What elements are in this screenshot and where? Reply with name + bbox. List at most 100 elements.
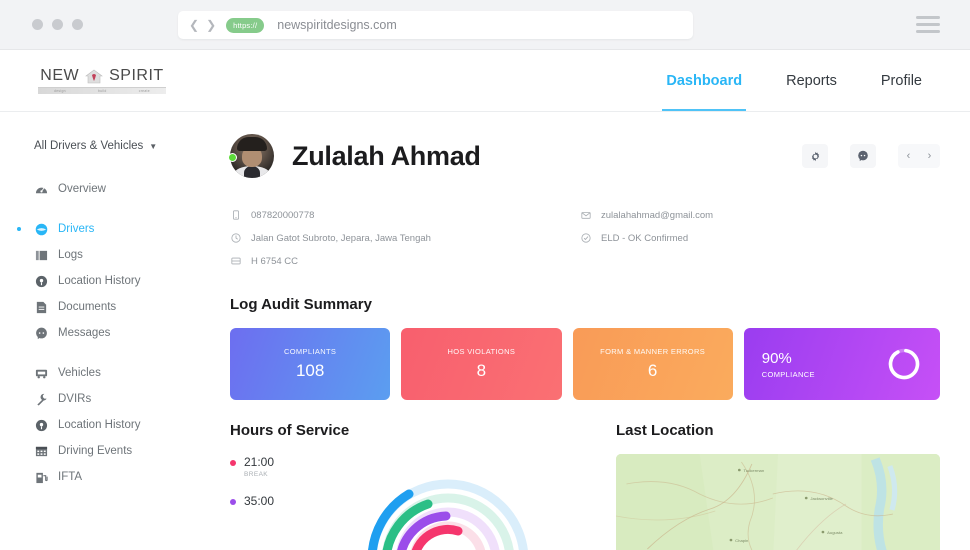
hos-radial-chart xyxy=(368,479,528,550)
next-record-button[interactable]: › xyxy=(919,144,940,168)
contact-email: zulalahahmad@gmail.com xyxy=(580,204,940,226)
contact-address-value: Jalan Gatot Subroto, Jepara, Jawa Tengah xyxy=(251,232,431,244)
card-form-manner-value: 6 xyxy=(647,361,658,380)
gear-icon[interactable] xyxy=(802,144,828,168)
forward-icon[interactable]: ❯ xyxy=(206,18,216,32)
contact-eld-value: ELD - OK Confirmed xyxy=(601,232,689,244)
calendar-grid-icon xyxy=(34,444,48,458)
bottom-sections: Hours of Service 21:00 BREAK 35:00 Last … xyxy=(230,422,940,550)
contact-email-value: zulalahahmad@gmail.com xyxy=(601,209,714,221)
browser-chrome: ❮ ❯ https:// newspiritdesigns.com xyxy=(0,0,970,50)
main-content: Zulalah Ahmad ‹ › 087820000778 zulalahah… xyxy=(218,112,970,550)
logo-tag-2: build xyxy=(97,89,107,93)
online-status-dot xyxy=(228,153,237,162)
envelope-icon xyxy=(580,209,592,221)
site-logo[interactable]: NEW SPIRIT design build create xyxy=(38,67,166,94)
logo-text-right: SPIRIT xyxy=(109,67,164,84)
sidebar-item-dvirs[interactable]: DVIRs xyxy=(0,386,218,412)
fuel-pump-icon xyxy=(34,470,48,484)
sidebar-item-documents[interactable]: Documents xyxy=(0,294,218,320)
sidebar-item-vehicles[interactable]: Vehicles xyxy=(0,360,218,386)
window-controls[interactable] xyxy=(32,19,83,30)
logo-tag-1: design xyxy=(54,89,66,93)
sidebar-label-documents: Documents xyxy=(58,301,117,313)
active-indicator-dot xyxy=(17,227,21,231)
sidebar-item-logs[interactable]: Logs xyxy=(0,242,218,268)
card-compliants-label: COMPLIANTS xyxy=(283,347,337,356)
sidebar-item-driving-events[interactable]: Driving Events xyxy=(0,438,218,464)
svg-text:Chapin: Chapin xyxy=(735,538,748,543)
audit-section-title: Log Audit Summary xyxy=(230,296,372,313)
back-icon[interactable]: ❮ xyxy=(189,18,199,32)
site-header: NEW SPIRIT design build create Dashboard… xyxy=(0,50,970,112)
card-hos-violations-value: 8 xyxy=(476,361,487,380)
sidebar-label-messages: Messages xyxy=(58,327,111,339)
compliance-progress-ring xyxy=(888,348,920,380)
svg-text:Jacksonville: Jacksonville xyxy=(810,496,833,501)
logo-text-left: NEW xyxy=(40,67,80,84)
record-pager: ‹ › xyxy=(898,144,940,168)
profile-header: Zulalah Ahmad ‹ › xyxy=(228,134,940,178)
sidebar-label-location-history-2: Location History xyxy=(58,419,141,431)
contact-vehicle-id: H 6754 CC xyxy=(230,250,580,272)
hos-break-time: 21:00 xyxy=(244,455,275,469)
logo-tag-3: create xyxy=(138,89,150,93)
card-form-manner-errors[interactable]: FORM & MANNER ERRORS 6 xyxy=(572,328,733,400)
house-logo-icon xyxy=(84,69,104,84)
map-pin-icon xyxy=(34,274,48,288)
driver-vehicle-filter[interactable]: All Drivers & Vehicles ▼ xyxy=(34,140,218,152)
address-bar[interactable]: ❮ ❯ https:// newspiritdesigns.com xyxy=(178,11,693,39)
page-title: Zulalah Ahmad xyxy=(292,140,481,171)
chevron-down-icon: ▼ xyxy=(149,141,158,151)
logo-tagline: design build create xyxy=(38,87,166,94)
drivers-icon xyxy=(34,222,48,236)
svg-text:Augusta: Augusta xyxy=(827,530,843,535)
tab-reports[interactable]: Reports xyxy=(764,50,859,111)
card-compliance-value: 90% xyxy=(761,349,792,367)
card-hos-violations[interactable]: HOS VIOLATIONS 8 xyxy=(401,328,562,400)
location-map[interactable]: Tuckerman Chapin Jacksonville Augusta xyxy=(616,454,940,550)
window-minimize-dot[interactable] xyxy=(52,19,63,30)
sidebar-label-location-history-1: Location History xyxy=(58,275,141,287)
url-text[interactable]: newspiritdesigns.com xyxy=(277,18,397,32)
contact-details: 087820000778 zulalahahmad@gmail.com Jala… xyxy=(230,204,940,272)
browser-nav-arrows[interactable]: ❮ ❯ xyxy=(189,18,216,32)
tab-profile[interactable]: Profile xyxy=(859,50,944,111)
audit-cards: COMPLIANTS 108 HOS VIOLATIONS 8 FORM & M… xyxy=(230,328,940,400)
last-location-section: Last Location Tuckerman Chapin Jacksonvi… xyxy=(616,422,940,550)
hamburger-menu-icon[interactable] xyxy=(916,16,940,33)
avatar[interactable] xyxy=(228,134,274,178)
tab-dashboard[interactable]: Dashboard xyxy=(644,50,764,111)
sidebar-group-overview: Overview xyxy=(0,176,218,202)
truck-icon xyxy=(34,366,48,380)
sidebar-item-ifta[interactable]: IFTA xyxy=(0,464,218,490)
hours-of-service-section: Hours of Service 21:00 BREAK 35:00 xyxy=(230,422,580,550)
prev-record-button[interactable]: ‹ xyxy=(898,144,919,168)
chat-icon[interactable] xyxy=(850,144,876,168)
sidebar-item-location-history-2[interactable]: Location History xyxy=(0,412,218,438)
document-icon xyxy=(34,300,48,314)
sidebar-label-overview: Overview xyxy=(58,183,106,195)
contact-address: Jalan Gatot Subroto, Jepara, Jawa Tengah xyxy=(230,227,580,249)
window-close-dot[interactable] xyxy=(32,19,43,30)
sidebar-item-messages[interactable]: Messages xyxy=(0,320,218,346)
sidebar-group-drivers: Drivers Logs Location History Documents xyxy=(0,216,218,346)
sidebar-item-location-history[interactable]: Location History xyxy=(0,268,218,294)
window-maximize-dot[interactable] xyxy=(72,19,83,30)
truck-id-icon xyxy=(230,255,242,267)
profile-actions: ‹ › xyxy=(802,144,940,168)
sidebar-item-drivers[interactable]: Drivers xyxy=(0,216,218,242)
phone-icon xyxy=(230,209,242,221)
card-compliance[interactable]: 90% COMPLIANCE xyxy=(743,328,940,400)
sidebar-group-vehicles: Vehicles DVIRs Location History Driving … xyxy=(0,360,218,490)
sidebar-item-overview[interactable]: Overview xyxy=(0,176,218,202)
contact-eld-status: ELD - OK Confirmed xyxy=(580,227,940,249)
logs-icon xyxy=(34,248,48,262)
map-pin-icon xyxy=(34,418,48,432)
hos-cycle-time: 35:00 xyxy=(244,494,275,508)
sidebar: All Drivers & Vehicles ▼ Overview Driver… xyxy=(0,112,218,550)
legend-dot-break xyxy=(230,460,236,466)
wrench-icon xyxy=(34,392,48,406)
card-compliants[interactable]: COMPLIANTS 108 xyxy=(230,328,391,400)
clock-icon xyxy=(230,232,242,244)
